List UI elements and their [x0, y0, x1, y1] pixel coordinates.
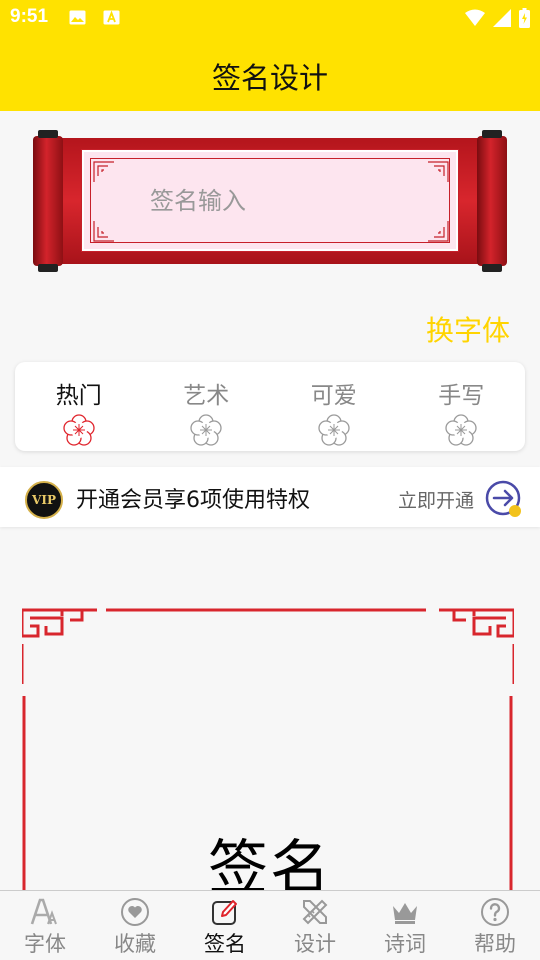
- vip-banner[interactable]: VIP 开通会员享6项使用特权 立即开通: [0, 467, 540, 527]
- text-a-icon: [103, 10, 120, 25]
- nav-design[interactable]: 设计: [270, 891, 360, 960]
- nav-font[interactable]: 字体: [0, 891, 90, 960]
- heart-icon: [121, 898, 149, 926]
- tab-art[interactable]: 艺术: [143, 362, 271, 451]
- switch-font-button[interactable]: 换字体: [426, 309, 510, 349]
- flower-icon: [318, 414, 350, 446]
- tab-label: 热门: [55, 383, 102, 409]
- nav-label: 设计: [294, 932, 336, 956]
- status-time: 9:51: [10, 6, 49, 27]
- style-tabs: 热门 艺术 可爱 手写: [15, 362, 525, 451]
- pen-edit-icon: [212, 900, 237, 925]
- app-header: 9:51 签名设计: [0, 0, 540, 111]
- arrow-right-circle-icon[interactable]: [484, 479, 524, 519]
- nav-label: 签名: [204, 932, 246, 956]
- nav-label: 字体: [24, 932, 66, 956]
- vip-promo-text: 开通会员享6项使用特权: [76, 488, 310, 513]
- signal-icon: [493, 9, 511, 27]
- tab-label: 艺术: [183, 383, 230, 409]
- signature-input[interactable]: [150, 184, 430, 218]
- scroll-rod-left: [38, 130, 58, 272]
- ruler-pencil-icon: [302, 899, 328, 925]
- page-title: 签名设计: [211, 61, 328, 95]
- scroll-rod-right: [482, 130, 502, 272]
- flower-icon: [63, 414, 95, 446]
- nav-favorites[interactable]: 收藏: [90, 891, 180, 960]
- battery-charging-icon: [519, 8, 530, 28]
- wifi-icon: [465, 9, 485, 26]
- help-icon: [481, 898, 509, 926]
- flower-icon: [445, 414, 477, 446]
- tab-handwritten[interactable]: 手写: [398, 362, 526, 451]
- tab-label: 可爱: [310, 383, 357, 409]
- font-icon: [30, 898, 57, 925]
- crown-icon: [393, 903, 417, 924]
- nav-help[interactable]: 帮助: [450, 891, 540, 960]
- nav-label: 帮助: [474, 932, 516, 956]
- tab-cute[interactable]: 可爱: [270, 362, 398, 451]
- flower-icon: [190, 414, 222, 446]
- nav-signature[interactable]: 签名: [180, 891, 270, 960]
- status-bar: 9:51: [0, 0, 540, 36]
- tab-hot[interactable]: 热门: [15, 362, 143, 451]
- vip-open-link[interactable]: 立即开通: [398, 486, 474, 513]
- vip-badge: VIP: [25, 481, 63, 519]
- nav-label: 收藏: [114, 932, 156, 956]
- bottom-nav: 字体 收藏 签名 设计 诗词 帮助: [0, 890, 540, 960]
- nav-poetry[interactable]: 诗词: [360, 891, 450, 960]
- nav-label: 诗词: [384, 932, 426, 956]
- tab-label: 手写: [438, 383, 485, 409]
- image-icon: [69, 10, 86, 25]
